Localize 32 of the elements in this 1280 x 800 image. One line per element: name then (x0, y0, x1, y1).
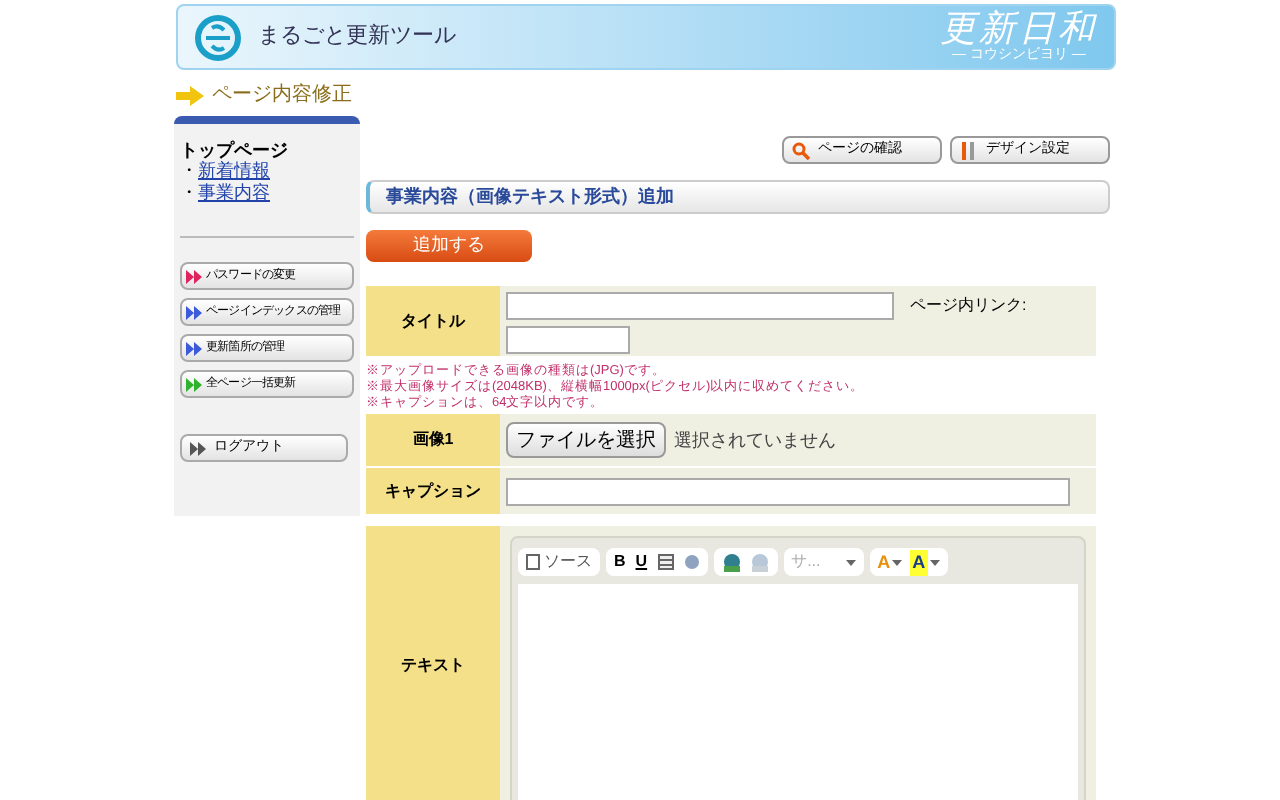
caret-icon (845, 559, 856, 566)
caption-input[interactable] (506, 477, 1070, 506)
field-label: タイトル (366, 286, 500, 357)
background-color-button[interactable]: A (910, 549, 940, 576)
source-button[interactable]: ソース (518, 548, 600, 577)
field-label: テキスト (366, 526, 500, 800)
arrow-icon (176, 85, 204, 105)
top-page-link[interactable]: トップページ (180, 140, 354, 160)
app-name: まるごと更新ツール (258, 21, 456, 53)
title-input[interactable] (506, 292, 894, 321)
caret-icon (892, 559, 903, 566)
breadcrumb: ページ内容修正 (212, 81, 352, 110)
caret-icon (929, 559, 940, 566)
document-icon (526, 554, 540, 571)
table-icon[interactable] (657, 554, 674, 571)
anchor-input[interactable] (506, 325, 630, 354)
brand-title: 更新日和 (939, 11, 1098, 47)
file-button[interactable]: ファイルを選択 (506, 422, 666, 459)
logo-icon (194, 13, 242, 61)
section-heading: 事業内容（画像テキスト形式）追加 (366, 180, 1110, 214)
sidebar-link[interactable]: 事業内容 (198, 182, 270, 204)
file-status: 選択されていません (674, 427, 836, 453)
sidebar-link[interactable]: 新着情報 (198, 160, 270, 182)
bullet: ・ (180, 160, 198, 182)
field-label: 画像1 (366, 414, 500, 467)
underline-button[interactable]: U (635, 550, 648, 575)
bullet: ・ (180, 182, 198, 204)
field-label: キャプション (366, 468, 500, 515)
bold-button[interactable]: B (614, 550, 626, 575)
search-icon (792, 141, 810, 159)
highlighted-letter: A (910, 549, 928, 576)
anchor-label: ページ内リンク: (910, 294, 1027, 319)
